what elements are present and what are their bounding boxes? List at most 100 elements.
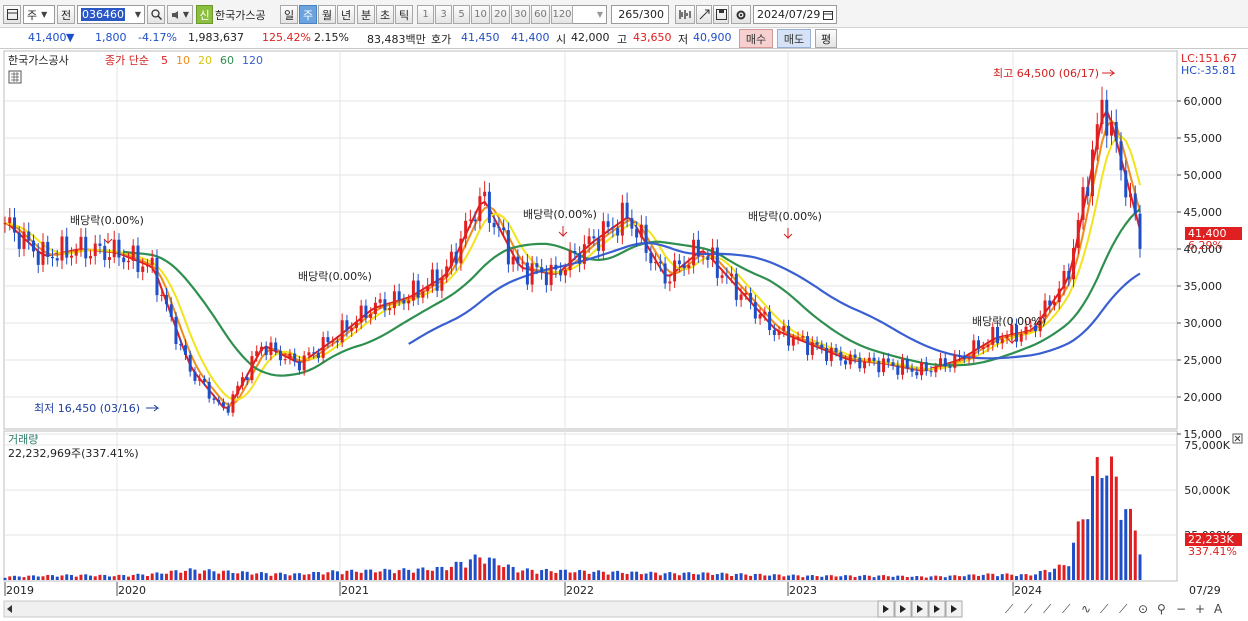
volume-bar [644, 573, 648, 580]
volume-bar [179, 572, 183, 580]
plus-icon[interactable]: + [1195, 602, 1205, 616]
volume-bar [93, 576, 97, 580]
hline-tool-icon[interactable]: ⟋ [1024, 602, 1033, 616]
minute-button-10[interactable]: 10 [471, 5, 490, 24]
minute-button-1[interactable]: 1 [417, 5, 434, 24]
period-button-2[interactable]: 월 [318, 5, 336, 24]
minute-button-60[interactable]: 60 [531, 5, 550, 24]
gear-icon[interactable] [731, 5, 751, 24]
volume-bar [597, 570, 601, 580]
stock-code-input[interactable]: 036460 ▼ [77, 5, 145, 24]
volume-bar [725, 573, 729, 580]
minute-button-120[interactable]: 120 [551, 5, 573, 24]
candle-body [782, 325, 786, 331]
chevron-down-icon[interactable]: ▼ [135, 10, 141, 19]
volume-bar [74, 576, 78, 580]
volume-bar [1062, 565, 1066, 580]
minute-button-5[interactable]: 5 [453, 5, 470, 24]
volume-bar [1076, 521, 1080, 580]
interval-select[interactable]: ▼ [571, 5, 607, 24]
candle-body [639, 224, 643, 238]
candle-body [1048, 300, 1052, 306]
gann-tool-icon[interactable]: ⟋ [1100, 602, 1109, 616]
cycle-tool-icon[interactable]: ∿ [1081, 602, 1091, 616]
period-button-0[interactable]: 일 [280, 5, 298, 24]
candle-body [725, 275, 729, 277]
volume-bar [1048, 572, 1052, 580]
stock-chart[interactable]: 60,00055,00050,00045,00040,00035,00030,0… [0, 50, 1248, 621]
candle-body [744, 292, 748, 295]
date-field[interactable]: 2024/07/29 [753, 5, 837, 24]
candle-body [544, 272, 548, 286]
pitch-tool-icon[interactable]: ⟋ [1119, 602, 1128, 616]
count-field[interactable]: 265/300 [611, 5, 669, 24]
candle-body [1114, 121, 1118, 142]
prev-button[interactable]: 전 [57, 5, 75, 24]
minute-button-20[interactable]: 20 [491, 5, 510, 24]
volume-bar [145, 575, 149, 580]
candle-body [117, 239, 121, 258]
speaker-icon[interactable]: ▼ [167, 5, 193, 24]
period-button-5[interactable]: 초 [376, 5, 394, 24]
draw-icon[interactable] [696, 5, 712, 24]
volume-bar [758, 573, 762, 580]
volume-bar [986, 573, 990, 580]
eval-button[interactable]: 평 [815, 29, 837, 48]
candle-body [459, 238, 463, 264]
candle-body [962, 355, 966, 359]
minute-button-3[interactable]: 3 [435, 5, 452, 24]
volume-bar [136, 573, 140, 580]
period-button-4[interactable]: 분 [357, 5, 375, 24]
volume-tick-label: 50,000K [1184, 484, 1230, 497]
candle-body [687, 265, 691, 269]
magnet-icon[interactable]: ⊙ [1138, 602, 1148, 616]
candle-body [454, 251, 458, 264]
volume-bar [601, 571, 605, 580]
volume-bar [1015, 576, 1019, 580]
candle-body [739, 294, 743, 300]
fib-tool-icon[interactable]: ⟋ [1062, 602, 1071, 616]
layout-icon[interactable] [3, 5, 21, 24]
minus-icon[interactable]: − [1176, 602, 1186, 616]
candle-body [677, 260, 681, 265]
candle-body [326, 337, 330, 343]
minute-button-30[interactable]: 30 [511, 5, 530, 24]
volume-bar [112, 576, 116, 580]
volume-bar [853, 576, 857, 580]
save-icon[interactable] [713, 5, 729, 24]
text-icon[interactable]: A [1214, 602, 1223, 616]
ma-legend-20: 20 [198, 54, 212, 67]
candle-body [905, 359, 909, 369]
dividend-label: 배당락(0.00%) [70, 214, 144, 227]
period-select-value: 주 [27, 8, 38, 22]
scrollbar[interactable] [3, 600, 879, 618]
candle-body [848, 354, 852, 365]
candle-body [407, 300, 411, 304]
y-tick-label: 25,000 [1184, 354, 1223, 367]
toolbar: 주 ▼ 전 036460 ▼ ▼ 신 한국가스공 ▼ 265/300 2024/… [0, 0, 1248, 28]
period-button-3[interactable]: 년 [337, 5, 355, 24]
volume-bar [345, 570, 349, 580]
line-tool-icon[interactable]: ⟋ [1005, 602, 1014, 616]
period-button-6[interactable]: 틱 [395, 5, 413, 24]
volume-bar [193, 569, 197, 580]
volume-bar [1119, 519, 1123, 580]
period-button-1[interactable]: 주 [299, 5, 317, 24]
candle-body [335, 341, 339, 343]
volume-bar [388, 569, 392, 580]
volume-bar [383, 568, 387, 580]
buy-button[interactable]: 매수 [739, 29, 773, 48]
quote-bar: 41,400 ▼ 1,800 -4.17% 1,983,637 125.42% … [0, 28, 1248, 49]
volume-bar [573, 572, 577, 580]
candle-body [188, 354, 192, 372]
volume-bar [953, 575, 957, 580]
trend-tool-icon[interactable]: ⟋ [1043, 602, 1052, 616]
sell-button[interactable]: 매도 [777, 29, 811, 48]
period-select[interactable]: 주 ▼ [23, 5, 55, 24]
volume-bar [449, 566, 453, 580]
zoom-icon[interactable]: ⚲ [1157, 602, 1166, 616]
tools-icon[interactable] [675, 5, 695, 24]
calendar-icon[interactable] [823, 10, 833, 20]
search-icon[interactable] [147, 5, 165, 24]
volume-bar [877, 575, 881, 580]
